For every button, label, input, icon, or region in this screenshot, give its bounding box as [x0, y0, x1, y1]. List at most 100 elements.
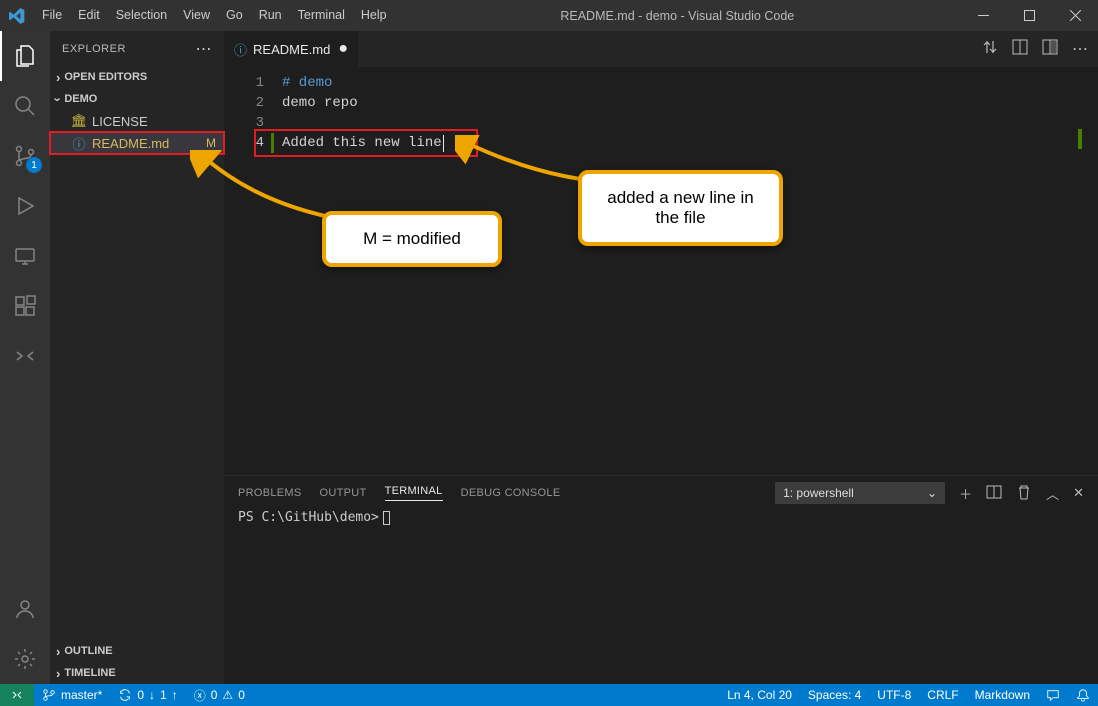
activity-remote-explorer[interactable] — [0, 231, 50, 281]
kill-terminal-icon[interactable] — [1016, 484, 1032, 503]
info-icon: ⓘ — [234, 40, 247, 59]
status-remote[interactable] — [0, 684, 34, 706]
arrow-up-icon: ↑ — [172, 688, 178, 702]
tab-dirty-indicator[interactable]: ● — [338, 40, 348, 58]
panel-tab-bar: PROBLEMS OUTPUT TERMINAL DEBUG CONSOLE 1… — [224, 476, 1098, 510]
line-number: 2 — [224, 93, 264, 113]
chevron-right-icon: › — [56, 70, 60, 85]
terminal-prompt: PS C:\GitHub\demo> — [238, 510, 379, 525]
sync-down-count: 0 — [137, 688, 144, 702]
menu-help[interactable]: Help — [353, 0, 395, 31]
panel-tab-terminal[interactable]: TERMINAL — [385, 485, 443, 501]
sync-up-count: 1 — [160, 688, 167, 702]
menu-file[interactable]: File — [34, 0, 70, 31]
file-license[interactable]: 🏛 LICENSE — [50, 110, 224, 132]
compare-changes-icon[interactable] — [982, 39, 998, 60]
activity-explorer[interactable] — [0, 31, 50, 81]
section-folder[interactable]: ›DEMO — [50, 88, 224, 110]
split-terminal-icon[interactable] — [986, 484, 1002, 503]
folder-name: DEMO — [64, 93, 97, 105]
section-open-editors[interactable]: › OPEN EDITORS — [50, 66, 224, 88]
window-minimize-button[interactable] — [960, 0, 1006, 31]
panel-tab-problems[interactable]: PROBLEMS — [238, 487, 302, 499]
status-problems[interactable]: ⓧ0 ⚠0 — [186, 687, 253, 704]
status-notifications-icon[interactable] — [1068, 688, 1098, 702]
window-title: README.md - demo - Visual Studio Code — [395, 9, 960, 23]
menu-go[interactable]: Go — [218, 0, 251, 31]
code-line: demo repo — [282, 93, 1098, 113]
annotation-callout-newline: added a new line in the file — [578, 170, 783, 246]
chevron-down-icon: ⌄ — [927, 486, 937, 500]
activity-run-debug[interactable] — [0, 181, 50, 231]
activity-extensions[interactable] — [0, 281, 50, 331]
close-panel-icon[interactable]: ✕ — [1073, 485, 1084, 501]
error-icon: ⓧ — [194, 687, 206, 704]
minimap-change-marker — [1078, 129, 1082, 149]
bottom-panel: PROBLEMS OUTPUT TERMINAL DEBUG CONSOLE 1… — [224, 475, 1098, 684]
status-branch[interactable]: master* — [34, 688, 110, 702]
section-outline[interactable]: ›OUTLINE — [50, 640, 224, 662]
panel-tab-debug-console[interactable]: DEBUG CONSOLE — [461, 487, 561, 499]
panel-tab-output[interactable]: OUTPUT — [320, 487, 367, 499]
text-editor[interactable]: 1 2 3 4 # demo demo repo Added this new … — [224, 67, 1098, 475]
menu-bar: File Edit Selection View Go Run Terminal… — [34, 0, 395, 31]
terminal-body[interactable]: PS C:\GitHub\demo> — [224, 510, 1098, 684]
explorer-more-icon[interactable]: ⋯ — [196, 39, 213, 59]
md-heading-text: demo — [290, 75, 332, 91]
callout-text: M = modified — [363, 229, 461, 248]
window-maximize-button[interactable] — [1006, 0, 1052, 31]
timeline-label: TIMELINE — [64, 667, 115, 679]
account-icon — [13, 597, 37, 621]
sync-icon — [118, 688, 132, 702]
vscode-logo-icon — [0, 8, 34, 24]
menu-edit[interactable]: Edit — [70, 0, 108, 31]
remote-icon — [13, 244, 37, 268]
new-terminal-icon[interactable]: ＋ — [959, 484, 972, 503]
menu-run[interactable]: Run — [251, 0, 290, 31]
activity-source-control[interactable]: 1 — [0, 131, 50, 181]
chevron-right-icon: › — [56, 666, 60, 681]
status-feedback-icon[interactable] — [1038, 688, 1068, 702]
run-icon — [13, 194, 37, 218]
chevron-right-icon: › — [56, 644, 60, 659]
activity-settings[interactable] — [0, 634, 50, 684]
info-icon: ⓘ — [70, 134, 88, 153]
warning-icon: ⚠ — [222, 688, 233, 702]
scm-badge: 1 — [26, 157, 42, 173]
remote-indicator-icon — [9, 687, 25, 703]
git-branch-icon — [42, 688, 56, 702]
section-timeline[interactable]: › TIMELINE — [50, 662, 224, 684]
activity-accounts[interactable] — [0, 584, 50, 634]
code-area[interactable]: # demo demo repo Added this new line — [282, 67, 1098, 475]
error-count: 0 — [211, 688, 218, 702]
annotation-callout-modified: M = modified — [322, 211, 502, 267]
terminal-selector-label: 1: powershell — [783, 486, 854, 500]
status-encoding[interactable]: UTF-8 — [869, 688, 919, 702]
more-actions-icon[interactable]: ⋯ — [1072, 39, 1088, 59]
split-editor-icon[interactable] — [1042, 39, 1058, 60]
status-sync[interactable]: 0↓ 1↑ — [110, 688, 185, 702]
terminal-selector[interactable]: 1: powershell ⌄ — [775, 482, 945, 504]
status-eol[interactable]: CRLF — [919, 688, 966, 702]
open-editors-label: OPEN EDITORS — [64, 71, 147, 83]
status-bar: master* 0↓ 1↑ ⓧ0 ⚠0 Ln 4, Col 20 Spaces:… — [0, 684, 1098, 706]
terminal-cursor — [383, 511, 390, 525]
status-language[interactable]: Markdown — [967, 688, 1038, 702]
open-preview-icon[interactable] — [1012, 39, 1028, 60]
file-label: README.md — [92, 136, 169, 151]
activity-search[interactable] — [0, 81, 50, 131]
branch-name: master* — [61, 688, 102, 702]
activity-remote-window[interactable] — [0, 331, 50, 381]
menu-view[interactable]: View — [175, 0, 218, 31]
tab-bar: ⓘ README.md ● ⋯ — [224, 31, 1098, 67]
status-cursor-position[interactable]: Ln 4, Col 20 — [719, 688, 800, 702]
editor-group: ⓘ README.md ● ⋯ 1 2 3 4 # demo demo repo — [224, 31, 1098, 684]
maximize-panel-icon[interactable]: ︿ — [1046, 484, 1059, 503]
menu-selection[interactable]: Selection — [108, 0, 175, 31]
search-icon — [13, 94, 37, 118]
menu-terminal[interactable]: Terminal — [290, 0, 353, 31]
window-close-button[interactable] — [1052, 0, 1098, 31]
tab-label: README.md — [253, 42, 330, 57]
tab-readme[interactable]: ⓘ README.md ● — [224, 31, 358, 67]
status-indentation[interactable]: Spaces: 4 — [800, 688, 869, 702]
